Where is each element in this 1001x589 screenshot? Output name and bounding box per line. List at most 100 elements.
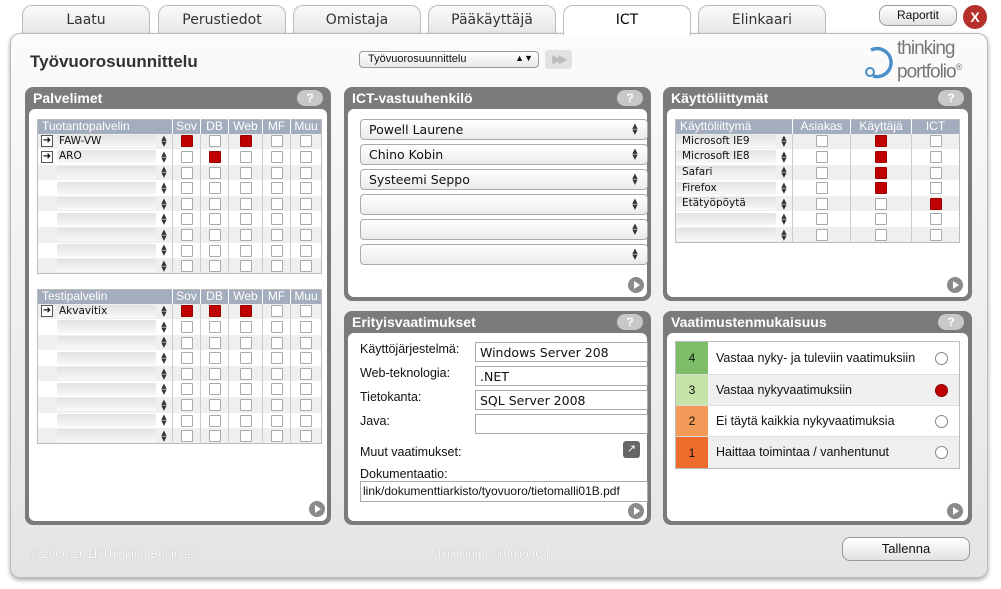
play-icon[interactable]	[309, 501, 325, 517]
play-icon[interactable]	[628, 277, 644, 293]
tab-2[interactable]: Omistaja	[293, 5, 421, 35]
checkbox-mf[interactable]	[270, 150, 283, 163]
checkbox-db[interactable]	[208, 383, 221, 396]
checkbox-mf[interactable]	[270, 398, 283, 411]
checkbox-sov[interactable]	[180, 228, 193, 241]
checkbox-sov[interactable]	[180, 414, 193, 427]
checkbox-asiakas[interactable]	[815, 135, 828, 148]
next-button[interactable]: ▶▶	[545, 50, 572, 69]
checkbox-db[interactable]	[208, 320, 221, 333]
checkbox-sov[interactable]	[180, 398, 193, 411]
reports-button[interactable]: Raportit	[879, 5, 957, 26]
field-input[interactable]: .NET	[475, 366, 648, 386]
system-select[interactable]: Työvuorosuunnittelu ▲▼	[359, 51, 539, 68]
checkbox-web[interactable]	[239, 166, 252, 179]
checkbox-muu[interactable]	[300, 135, 312, 148]
checkbox-sov[interactable]	[180, 320, 193, 333]
server-select[interactable]: ▲ ▼	[38, 181, 172, 196]
server-select[interactable]: ▲ ▼	[38, 227, 172, 242]
checkbox-db[interactable]	[208, 305, 221, 318]
checkbox-db[interactable]	[208, 414, 221, 427]
checkbox-ict[interactable]	[929, 213, 942, 226]
checkbox-sov[interactable]	[180, 305, 193, 318]
checkbox-web[interactable]	[239, 383, 252, 396]
go-arrow-icon[interactable]: ➜	[41, 305, 53, 318]
checkbox-db[interactable]	[208, 150, 221, 163]
help-icon[interactable]: ?	[617, 314, 643, 330]
server-select[interactable]: ➜ FAW-VW ▲ ▼	[38, 134, 172, 149]
person-select[interactable]: Chino Kobin ▲ ▼	[360, 144, 648, 165]
checkbox-mf[interactable]	[270, 305, 283, 318]
checkbox-muu[interactable]	[300, 150, 312, 163]
checkbox-muu[interactable]	[300, 197, 312, 210]
checkbox-asiakas[interactable]	[815, 150, 828, 163]
checkbox-käyttäjä[interactable]	[875, 135, 887, 148]
tab-1[interactable]: Perustiedot	[158, 5, 286, 35]
interface-select[interactable]: ▲ ▼	[676, 227, 792, 242]
field-input[interactable]: SQL Server 2008	[475, 390, 648, 410]
checkbox-web[interactable]	[239, 135, 252, 148]
checkbox-mf[interactable]	[270, 367, 283, 380]
server-select[interactable]: ➜ ARO ▲ ▼	[38, 149, 172, 164]
checkbox-mf[interactable]	[270, 259, 283, 272]
checkbox-muu[interactable]	[300, 259, 312, 272]
checkbox-mf[interactable]	[270, 135, 283, 148]
checkbox-web[interactable]	[239, 150, 252, 163]
interface-select[interactable]: ▲ ▼	[676, 212, 792, 227]
checkbox-ict[interactable]	[929, 150, 942, 163]
checkbox-db[interactable]	[208, 367, 221, 380]
server-select[interactable]: ▲ ▼	[38, 243, 172, 258]
documentation-textarea[interactable]: link/dokumenttiarkisto/tyovuoro/tietomal…	[360, 481, 648, 502]
go-arrow-icon[interactable]: ➜	[41, 135, 53, 148]
server-select[interactable]: ▲ ▼	[38, 351, 172, 366]
person-select[interactable]: Systeemi Seppo ▲ ▼	[360, 169, 648, 190]
play-icon[interactable]	[947, 277, 963, 293]
checkbox-mf[interactable]	[270, 244, 283, 257]
radio-button[interactable]	[935, 414, 948, 428]
go-arrow-icon[interactable]: ➜	[41, 150, 53, 163]
checkbox-ict[interactable]	[929, 182, 942, 195]
person-select[interactable]: ▲ ▼	[360, 194, 648, 215]
compliance-option[interactable]: 3 Vastaa nykyvaatimuksiin	[676, 375, 959, 406]
checkbox-db[interactable]	[208, 429, 221, 442]
checkbox-sov[interactable]	[180, 383, 193, 396]
checkbox-mf[interactable]	[270, 320, 283, 333]
interface-select[interactable]: Firefox ▲ ▼	[676, 181, 792, 196]
checkbox-db[interactable]	[208, 259, 221, 272]
radio-button[interactable]	[935, 383, 948, 397]
checkbox-mf[interactable]	[270, 182, 283, 195]
checkbox-sov[interactable]	[180, 336, 193, 349]
checkbox-sov[interactable]	[180, 244, 193, 257]
person-select[interactable]: ▲ ▼	[360, 219, 648, 240]
person-select[interactable]: ▲ ▼	[360, 244, 648, 265]
checkbox-mf[interactable]	[270, 228, 283, 241]
checkbox-db[interactable]	[208, 336, 221, 349]
checkbox-web[interactable]	[239, 336, 252, 349]
checkbox-muu[interactable]	[300, 244, 312, 257]
compliance-option[interactable]: 1 Haittaa toimintaa / vanhentunut	[676, 437, 959, 468]
checkbox-web[interactable]	[239, 197, 252, 210]
checkbox-asiakas[interactable]	[815, 166, 828, 179]
play-icon[interactable]	[628, 503, 644, 519]
checkbox-sov[interactable]	[180, 367, 193, 380]
checkbox-mf[interactable]	[270, 414, 283, 427]
checkbox-ict[interactable]	[929, 135, 942, 148]
checkbox-db[interactable]	[208, 228, 221, 241]
checkbox-db[interactable]	[208, 352, 221, 365]
interface-select[interactable]: Microsoft IE8 ▲ ▼	[676, 149, 792, 164]
server-select[interactable]: ▲ ▼	[38, 335, 172, 350]
checkbox-web[interactable]	[239, 213, 252, 226]
checkbox-sov[interactable]	[180, 135, 193, 148]
checkbox-muu[interactable]	[300, 429, 312, 442]
checkbox-käyttäjä[interactable]	[875, 182, 887, 195]
checkbox-web[interactable]	[239, 228, 252, 241]
checkbox-sov[interactable]	[180, 213, 193, 226]
checkbox-mf[interactable]	[270, 352, 283, 365]
checkbox-web[interactable]	[239, 398, 252, 411]
checkbox-web[interactable]	[239, 182, 252, 195]
checkbox-asiakas[interactable]	[815, 228, 828, 241]
field-input[interactable]	[475, 414, 648, 434]
server-select[interactable]: ➜ Akvavitix ▲ ▼	[38, 304, 172, 319]
save-button[interactable]: Tallenna	[842, 537, 970, 561]
tab-3[interactable]: Pääkäyttäjä	[428, 5, 556, 35]
